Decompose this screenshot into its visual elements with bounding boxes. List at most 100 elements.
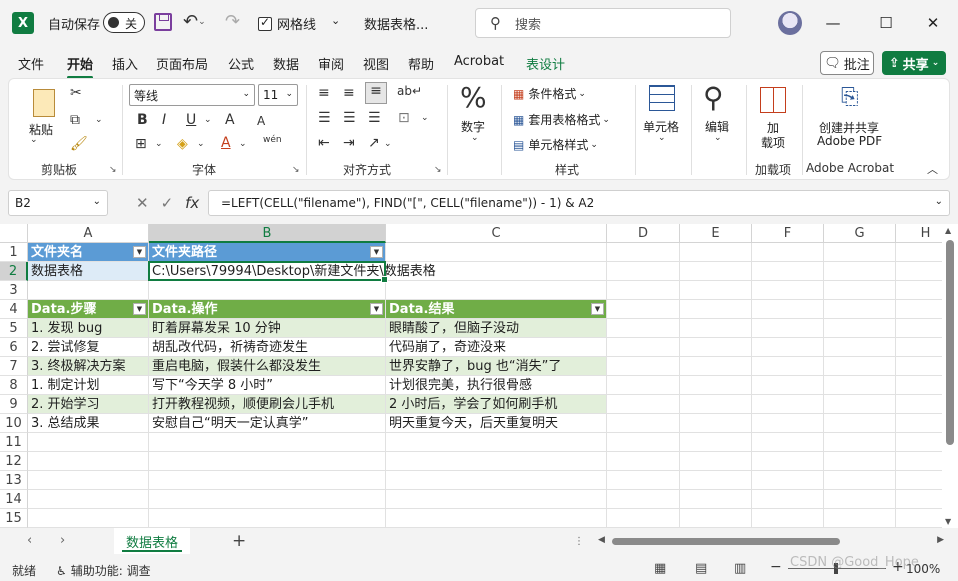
- cell[interactable]: [752, 490, 824, 509]
- document-title[interactable]: 数据表格...: [364, 14, 428, 33]
- search-input[interactable]: ⚲ 搜索: [475, 8, 731, 38]
- cell[interactable]: [607, 433, 680, 452]
- row-header-7[interactable]: 7: [0, 357, 28, 376]
- cell[interactable]: [607, 319, 680, 338]
- cell[interactable]: [824, 433, 896, 452]
- increase-indent-icon[interactable]: ⇥: [343, 135, 355, 151]
- fill-color-icon[interactable]: ◈: [177, 136, 188, 152]
- cell[interactable]: [386, 281, 607, 300]
- cell[interactable]: [28, 452, 149, 471]
- cell[interactable]: [752, 243, 824, 262]
- chevron-down-icon[interactable]: ⌄: [30, 135, 38, 145]
- add-sheet-icon[interactable]: +: [232, 531, 246, 551]
- cell[interactable]: [752, 452, 824, 471]
- tab-insert[interactable]: 插入: [112, 54, 138, 73]
- column-header-d[interactable]: D: [607, 224, 680, 243]
- column-header-a[interactable]: A: [28, 224, 149, 243]
- chevron-down-icon[interactable]: ⌄: [471, 133, 479, 143]
- row-header-14[interactable]: 14: [0, 490, 28, 509]
- cell[interactable]: [752, 262, 824, 281]
- cell[interactable]: [824, 243, 896, 262]
- horizontal-scroll-thumb[interactable]: [612, 538, 840, 545]
- next-sheet-icon[interactable]: ›: [60, 533, 65, 548]
- merge-center-icon[interactable]: ⊡: [398, 110, 410, 126]
- tab-data[interactable]: 数据: [273, 54, 299, 73]
- row-header-10[interactable]: 10: [0, 414, 28, 433]
- table-row-cell[interactable]: 安慰自己“明天一定认真学”: [149, 414, 386, 433]
- table-row-cell[interactable]: 打开教程视频，顺便刷会儿手机: [149, 395, 386, 414]
- gridlines-checkbox[interactable]: 网格线: [258, 14, 316, 33]
- chevron-down-icon[interactable]: ⌄: [384, 139, 392, 149]
- table-header-cell[interactable]: Data.操作 ▼: [149, 300, 386, 319]
- row-header-11[interactable]: 11: [0, 433, 28, 452]
- cell[interactable]: [824, 490, 896, 509]
- find-icon[interactable]: ⚲: [703, 81, 724, 114]
- scroll-down-icon[interactable]: ▼: [945, 517, 951, 526]
- cell[interactable]: [680, 319, 752, 338]
- chevron-down-icon[interactable]: ⌄: [239, 139, 247, 149]
- table-row-cell[interactable]: 3. 终极解决方案: [28, 357, 149, 376]
- phonetic-guide-icon[interactable]: wén: [263, 135, 282, 145]
- chevron-down-icon[interactable]: ⌄: [95, 115, 103, 125]
- table-row-cell[interactable]: 世界安静了，bug 也“消失”了: [386, 357, 607, 376]
- table-row-cell[interactable]: 1. 发现 bug: [28, 319, 149, 338]
- enter-icon[interactable]: ✓: [161, 194, 174, 212]
- table-row-cell[interactable]: 1. 制定计划: [28, 376, 149, 395]
- table-row-cell[interactable]: 2 小时后，学会了如何刷手机: [386, 395, 607, 414]
- cell[interactable]: [752, 376, 824, 395]
- column-header-c[interactable]: C: [386, 224, 607, 243]
- cell[interactable]: [607, 376, 680, 395]
- tab-help[interactable]: 帮助: [408, 54, 434, 73]
- cells-icon[interactable]: [649, 85, 675, 111]
- tab-acrobat[interactable]: Acrobat: [454, 54, 504, 69]
- cell[interactable]: [149, 281, 386, 300]
- cell[interactable]: [386, 452, 607, 471]
- sheet-tab[interactable]: 数据表格: [114, 528, 190, 554]
- align-middle-icon[interactable]: ≡: [343, 85, 355, 101]
- cell[interactable]: [680, 243, 752, 262]
- cell[interactable]: [824, 452, 896, 471]
- chevron-down-icon[interactable]: ⌄: [204, 115, 212, 125]
- row-header-9[interactable]: 9: [0, 395, 28, 414]
- tab-split-handle-icon[interactable]: ⋮: [574, 536, 584, 547]
- table-row-cell[interactable]: 胡乱改代码，祈祷奇迹发生: [149, 338, 386, 357]
- tab-file[interactable]: 文件: [18, 54, 44, 73]
- cell[interactable]: [824, 281, 896, 300]
- table-row-cell[interactable]: 计划很完美，执行很骨感: [386, 376, 607, 395]
- cell[interactable]: [386, 490, 607, 509]
- cell[interactable]: [607, 471, 680, 490]
- normal-view-icon[interactable]: ▦: [654, 561, 666, 576]
- cell[interactable]: [386, 243, 607, 262]
- cell[interactable]: [386, 471, 607, 490]
- row-header-3[interactable]: 3: [0, 281, 28, 300]
- cell[interactable]: [824, 395, 896, 414]
- share-button[interactable]: ⇪ 共享 ⌄: [882, 51, 946, 75]
- name-box[interactable]: B2 ⌄: [8, 190, 108, 216]
- tab-page-layout[interactable]: 页面布局: [156, 54, 208, 73]
- cell[interactable]: [680, 509, 752, 528]
- cell[interactable]: [607, 452, 680, 471]
- cell[interactable]: [680, 433, 752, 452]
- table-row-cell[interactable]: 3. 总结成果: [28, 414, 149, 433]
- dialog-launcher-icon[interactable]: ↘: [292, 165, 300, 175]
- table-row-cell[interactable]: 2. 开始学习: [28, 395, 149, 414]
- cell[interactable]: [607, 509, 680, 528]
- horizontal-scrollbar[interactable]: ◀ ▶: [598, 535, 944, 548]
- cell[interactable]: [28, 281, 149, 300]
- tab-table-design[interactable]: 表设计: [526, 54, 565, 73]
- cell[interactable]: [680, 357, 752, 376]
- cell[interactable]: [824, 319, 896, 338]
- avatar[interactable]: [778, 11, 802, 35]
- cell[interactable]: [680, 338, 752, 357]
- filter-dropdown-icon[interactable]: ▼: [591, 303, 604, 315]
- chevron-down-icon[interactable]: ⌄: [935, 196, 943, 207]
- conditional-format-button[interactable]: ▦ 条件格式 ⌄: [513, 85, 586, 102]
- format-painter-icon[interactable]: 🖌: [70, 136, 88, 152]
- vertical-scroll-thumb[interactable]: [946, 240, 954, 445]
- create-pdf-line2[interactable]: Adobe PDF: [817, 134, 882, 148]
- cell[interactable]: [680, 452, 752, 471]
- minimize-icon[interactable]: —: [818, 10, 848, 36]
- row-header-15[interactable]: 15: [0, 509, 28, 528]
- cell[interactable]: [28, 433, 149, 452]
- cell[interactable]: [752, 471, 824, 490]
